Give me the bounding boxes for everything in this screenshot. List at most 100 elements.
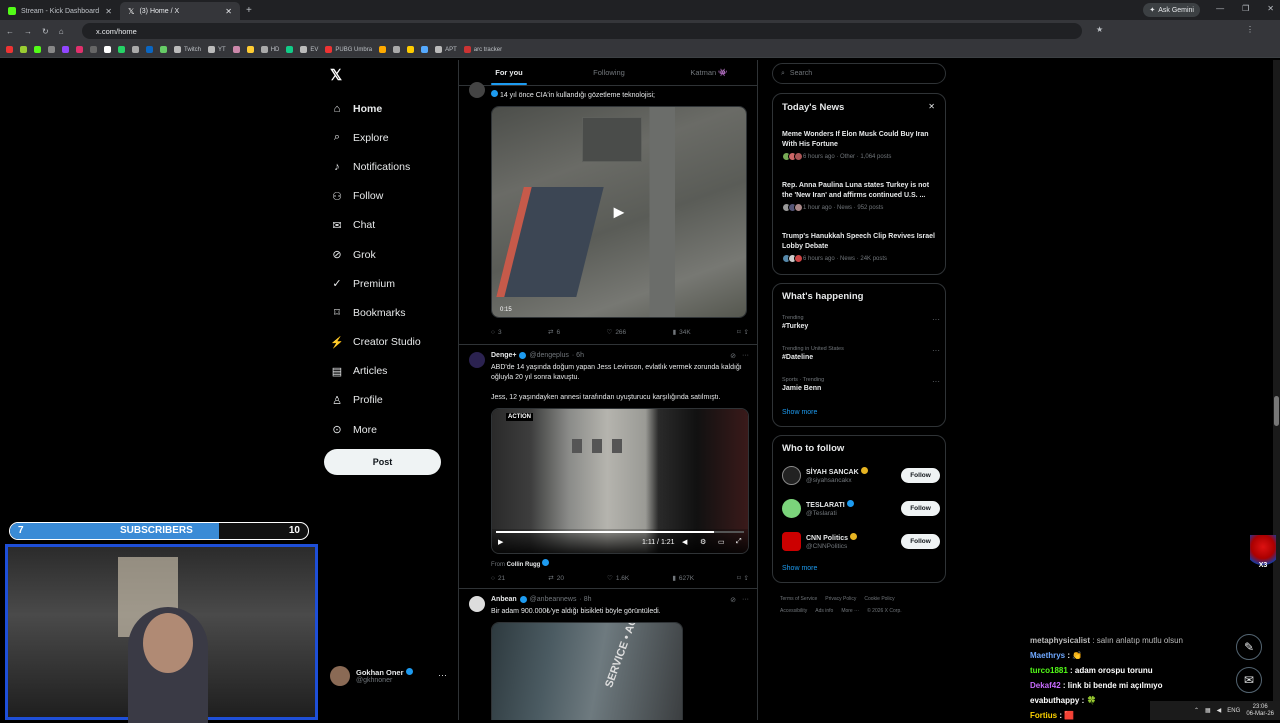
- footer-link[interactable]: Ads info: [815, 608, 833, 614]
- footer-link[interactable]: Cookie Policy: [864, 596, 894, 602]
- trend-item[interactable]: Sports · Trending Jamie Benn ···: [782, 377, 940, 392]
- maximize-icon[interactable]: ❐: [1242, 4, 1249, 13]
- bookmark-item[interactable]: [118, 46, 125, 53]
- news-item[interactable]: Trump's Hanukkah Speech Clip Revives Isr…: [782, 232, 940, 263]
- bookmark-twitch[interactable]: Twitch: [174, 46, 201, 53]
- footer-link[interactable]: Privacy Policy: [825, 596, 856, 602]
- bookmark-item[interactable]: [421, 46, 429, 53]
- messages-float-button[interactable]: ✉: [1236, 667, 1262, 693]
- bookmark-item[interactable]: [407, 46, 415, 53]
- repost-button[interactable]: ⇄ 20: [548, 574, 564, 583]
- tab-katman[interactable]: Katman 👾: [659, 60, 757, 85]
- forward-icon[interactable]: →: [24, 27, 32, 36]
- ask-gemini-button[interactable]: ✦ Ask Gemini: [1143, 3, 1200, 17]
- close-tab-icon[interactable]: ✕: [105, 7, 112, 16]
- bookmark-item[interactable]: [132, 46, 139, 53]
- bookmark-button[interactable]: ⌑ ⇪: [737, 328, 749, 336]
- bookmark-item[interactable]: [76, 46, 83, 53]
- from-name[interactable]: Collin Rugg: [507, 562, 541, 568]
- news-item[interactable]: Meme Wonders If Elon Musk Could Buy Iran…: [782, 130, 940, 161]
- views-button[interactable]: ▮ 627K: [672, 574, 694, 583]
- follow-suggestion[interactable]: SİYAH SANCAK @siyahsancakx Follow: [782, 464, 940, 488]
- bookmark-yt[interactable]: YT: [208, 46, 226, 53]
- video-progress[interactable]: [496, 531, 744, 533]
- follow-suggestion[interactable]: TESLARATI @Teslarati Follow: [782, 497, 940, 521]
- follow-button[interactable]: Follow: [901, 534, 940, 549]
- post-time[interactable]: · 8h: [579, 596, 591, 603]
- bookmark-item[interactable]: [90, 46, 97, 53]
- bookmark-ev[interactable]: EV: [300, 46, 318, 53]
- scrollbar[interactable]: [1273, 60, 1280, 720]
- post-image[interactable]: SERVICE • ACC: [491, 622, 683, 720]
- clock[interactable]: 23:06 06-Mar-26: [1246, 704, 1274, 718]
- more-icon[interactable]: ···: [932, 346, 940, 355]
- views-button[interactable]: ▮ 34K: [673, 328, 691, 337]
- trend-item[interactable]: Trending in United States #Dateline ···: [782, 346, 940, 361]
- bookmark-item[interactable]: [20, 46, 27, 53]
- footer-link[interactable]: Terms of Service: [780, 596, 817, 602]
- tab-x-home[interactable]: 𝕏 (3) Home / X ✕: [120, 2, 240, 20]
- bookmark-item[interactable]: [6, 46, 13, 53]
- nav-bookmarks[interactable]: ⌑ Bookmarks: [330, 298, 421, 327]
- nav-more[interactable]: ⊙ More: [330, 415, 421, 444]
- grok-icon[interactable]: ⊘: [730, 352, 736, 360]
- author-handle[interactable]: @dengeplus: [529, 352, 568, 359]
- share-icon[interactable]: ⇪: [744, 574, 749, 582]
- bookmark-item[interactable]: [393, 46, 401, 53]
- more-icon[interactable]: ···: [742, 596, 749, 604]
- bookmark-item[interactable]: [246, 46, 254, 53]
- bookmark-hd[interactable]: HD: [260, 46, 279, 53]
- bookmark-item[interactable]: [48, 46, 55, 53]
- nav-creator-studio[interactable]: ⚡ Creator Studio: [330, 328, 421, 357]
- nav-follow[interactable]: ⚇ Follow: [330, 182, 421, 211]
- url-field[interactable]: x.com/home: [82, 23, 1082, 39]
- author-name[interactable]: Anbean: [491, 596, 517, 603]
- nav-articles[interactable]: ▤ Articles: [330, 357, 421, 386]
- tab-kick-dashboard[interactable]: Stream - Kick Dashboard ✕: [0, 2, 120, 20]
- follow-button[interactable]: Follow: [901, 468, 940, 483]
- settings-icon[interactable]: ⚙: [700, 538, 706, 546]
- language[interactable]: ENG: [1227, 708, 1240, 714]
- post-time[interactable]: · 6h: [572, 352, 584, 359]
- post-video[interactable]: ▶ 0:15: [491, 106, 747, 318]
- author-handle[interactable]: @anbeannews: [530, 596, 577, 603]
- bookmark-item[interactable]: [34, 46, 41, 53]
- back-icon[interactable]: ←: [6, 27, 14, 36]
- x-logo-icon[interactable]: 𝕏: [330, 66, 342, 84]
- bookmark-arc-tracker[interactable]: arc tracker: [463, 46, 502, 53]
- more-icon[interactable]: ···: [932, 315, 940, 324]
- nav-notifications[interactable]: ♪ Notifications: [330, 152, 421, 181]
- reply-button[interactable]: ○ 21: [491, 574, 505, 582]
- bookmark-item[interactable]: [146, 46, 153, 53]
- close-tab-icon[interactable]: ✕: [225, 7, 232, 16]
- bookmark-item[interactable]: [104, 46, 111, 53]
- bookmark-item[interactable]: [232, 46, 240, 53]
- home-icon[interactable]: ⌂: [59, 27, 64, 36]
- bookmark-pubg[interactable]: PUBG Umbra: [325, 46, 372, 53]
- account-switcher[interactable]: Gokhan Oner @gkhnoner: [330, 666, 413, 686]
- nav-profile[interactable]: ♙ Profile: [330, 386, 421, 415]
- bookmark-button[interactable]: ⌑ ⇪: [737, 574, 749, 582]
- repost-button[interactable]: ⇄ 6: [548, 328, 560, 337]
- post-video[interactable]: ACTION ▶ 1:11 / 1:21 ◀ ⚙ ▭ ⤢: [491, 408, 749, 554]
- tab-following[interactable]: Following: [559, 60, 659, 85]
- trend-item[interactable]: Trending #Turkey ···: [782, 315, 940, 330]
- search-input[interactable]: ⌕ Search: [772, 63, 946, 84]
- nav-chat[interactable]: ✉ Chat: [330, 211, 421, 240]
- footer-link[interactable]: Accessibility: [780, 608, 807, 614]
- close-icon[interactable]: ✕: [928, 102, 935, 111]
- bookmark-item[interactable]: [379, 46, 387, 53]
- bookmark-item[interactable]: [286, 46, 294, 53]
- share-icon[interactable]: ⇪: [744, 328, 749, 336]
- new-tab-button[interactable]: +: [246, 5, 252, 16]
- reload-icon[interactable]: ↻: [42, 27, 49, 36]
- star-icon[interactable]: ★: [1096, 25, 1103, 34]
- network-icon[interactable]: ▦: [1205, 707, 1211, 714]
- like-button[interactable]: ♡ 1.6K: [607, 574, 629, 583]
- reply-button[interactable]: ○ 3: [491, 328, 502, 336]
- tab-for-you[interactable]: For you: [459, 60, 559, 85]
- bookmark-item[interactable]: [160, 46, 167, 53]
- bookmark-apt[interactable]: APT: [435, 46, 457, 53]
- minimize-icon[interactable]: —: [1216, 4, 1224, 13]
- follow-suggestion[interactable]: CNN Politics @CNNPolitics Follow: [782, 530, 940, 554]
